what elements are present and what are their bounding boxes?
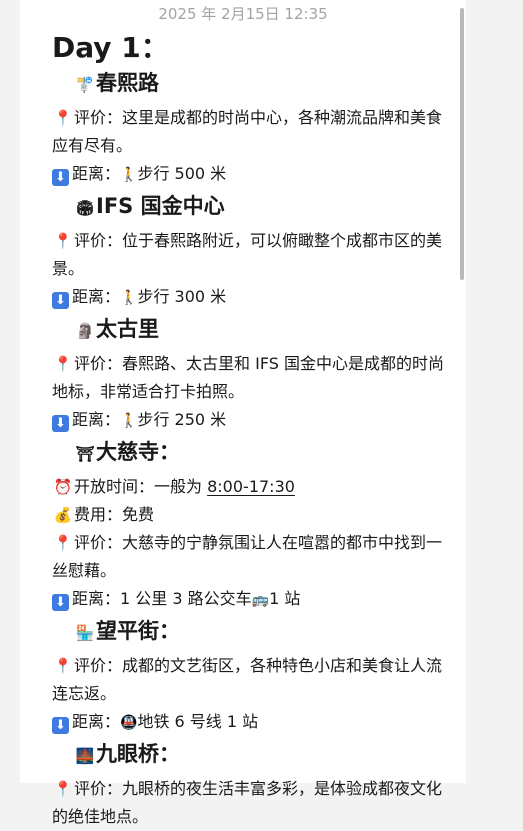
fee-line: 💰 费用：免费 (52, 501, 452, 529)
place-title: 🗿太古里 (52, 314, 452, 346)
timestamp: 2025 年 2月15日 12:35 (158, 5, 328, 23)
hours-line: ⏰ 开放时间：一般为 8:00-17:30 (52, 473, 452, 501)
distance-line: ⬇ 距离：🚶步行 250 米 (52, 406, 452, 435)
day-title: Day 1： (52, 31, 169, 64)
note-content[interactable]: Day 1： 🚏春熙路 📍 评价：这里是成都的时尚中心，各种潮流品牌和美食应有尽有… (52, 30, 452, 831)
rating-label: 评价： (74, 231, 123, 250)
place-name: 望平街： (96, 619, 180, 643)
hours-label: 开放时间： (74, 477, 155, 496)
rating-label: 评价： (74, 533, 123, 552)
place-title: 🌉九眼桥： (52, 739, 452, 771)
hours-link[interactable]: 8:00-17:30 (207, 477, 295, 496)
pin-icon: 📍 (53, 780, 73, 798)
temple-icon: ⛩ (75, 445, 95, 463)
distance-text: 地铁 6 号线 1 站 (137, 712, 259, 731)
place-name: 太古里 (96, 317, 159, 341)
rating-line: 📍 评价：春熙路、太古里和 IFS 国金中心是成都的时尚地标，非常适合打卡拍照。 (52, 350, 452, 406)
hours-prefix: 一般为 (154, 477, 208, 496)
distance-label: 距离： (72, 287, 121, 306)
rating-label: 评价： (74, 779, 123, 798)
distance-text: 步行 250 米 (137, 410, 227, 429)
rating-line: 📍 评价：大慈寺的宁静氛围让人在喧嚣的都市中找到一丝慰藉。 (52, 529, 452, 585)
place-name: 春熙路 (96, 71, 159, 95)
place-title: ⛩大慈寺： (52, 437, 452, 469)
down-arrow-icon: ⬇ (52, 594, 69, 611)
distance-label: 距离： (72, 164, 121, 183)
walking-icon: 🚶 (120, 290, 138, 306)
place-title: 🚏春熙路 (52, 68, 452, 100)
stadium-icon: 🏟 (75, 199, 95, 217)
down-arrow-icon: ⬇ (52, 292, 69, 309)
distance-label: 距离： (72, 712, 121, 731)
bus-icon: 🚌 (251, 592, 270, 608)
distance-text: 步行 300 米 (137, 287, 227, 306)
down-arrow-icon: ⬇ (52, 717, 69, 734)
down-arrow-icon: ⬇ (52, 169, 69, 186)
fee-label: 费用： (74, 505, 123, 524)
shop-icon: 🏪 (75, 624, 95, 642)
distance-text: 1 公里 3 路公交车 (120, 589, 252, 608)
place-title: 🏪望平街： (52, 616, 452, 648)
rating-label: 评价： (74, 354, 123, 373)
scrollbar[interactable] (460, 8, 464, 280)
pin-icon: 📍 (53, 355, 73, 373)
moai-icon: 🗿 (75, 322, 95, 340)
money-bag-icon: 💰 (53, 506, 73, 524)
distance-suffix: 1 站 (269, 589, 301, 608)
place-name: IFS 国金中心 (96, 194, 225, 218)
place-title: 🏟IFS 国金中心 (52, 191, 452, 223)
pin-icon: 📍 (53, 232, 73, 250)
distance-label: 距离： (72, 410, 121, 429)
rating-label: 评价： (74, 656, 123, 675)
rating-line: 📍 评价：位于春熙路附近，可以俯瞰整个成都市区的美景。 (52, 227, 452, 283)
bridge-night-icon: 🌉 (75, 747, 95, 765)
distance-line: ⬇ 距离：🚇地铁 6 号线 1 站 (52, 708, 452, 737)
pin-icon: 📍 (53, 534, 73, 552)
rating-label: 评价： (74, 108, 123, 127)
pin-icon: 📍 (53, 657, 73, 675)
distance-line: ⬇ 距离：🚶步行 500 米 (52, 160, 452, 189)
walking-icon: 🚶 (120, 167, 138, 183)
alarm-clock-icon: ⏰ (53, 478, 73, 496)
distance-line: ⬇ 距离：🚶步行 300 米 (52, 283, 452, 312)
place-name: 大慈寺： (96, 440, 180, 464)
pin-icon: 📍 (53, 109, 73, 127)
bus-stop-icon: 🚏 (75, 76, 95, 94)
rating-line: 📍 评价：九眼桥的夜生活丰富多彩，是体验成都夜文化的绝佳地点。 (52, 775, 452, 831)
distance-line: ⬇ 距离：1 公里 3 路公交车🚌1 站 (52, 585, 452, 614)
rating-line: 📍 评价：这里是成都的时尚中心，各种潮流品牌和美食应有尽有。 (52, 104, 452, 160)
walking-icon: 🚶 (120, 413, 138, 429)
rating-line: 📍 评价：成都的文艺街区，各种特色小店和美食让人流连忘返。 (52, 652, 452, 708)
fee-text: 免费 (122, 505, 155, 524)
distance-text: 步行 500 米 (137, 164, 227, 183)
down-arrow-icon: ⬇ (52, 415, 69, 432)
metro-icon: 🚇 (120, 715, 138, 731)
distance-label: 距离： (72, 589, 121, 608)
place-name: 九眼桥： (96, 742, 180, 766)
